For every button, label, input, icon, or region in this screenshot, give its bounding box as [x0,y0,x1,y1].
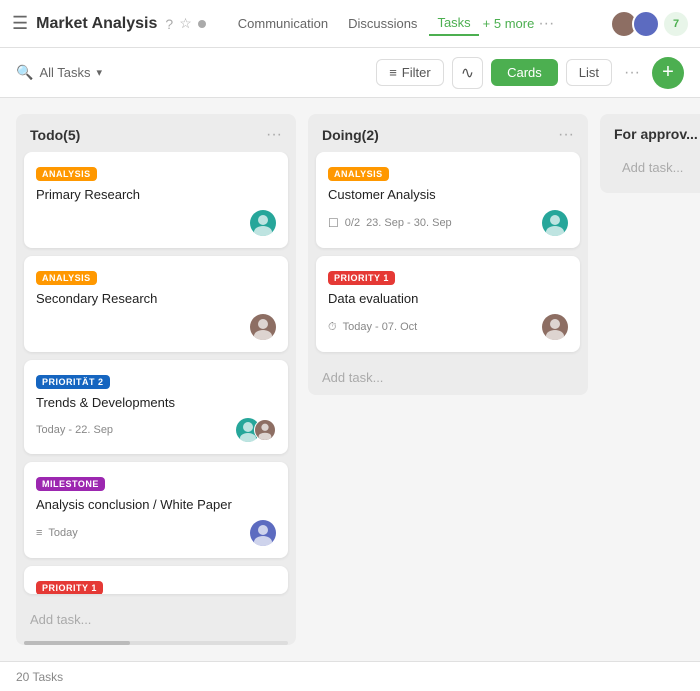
nav-communication[interactable]: Communication [230,12,336,35]
avatar [542,314,568,340]
card-secondary-research[interactable]: ANALYSIS Secondary Research [24,256,288,352]
tag-analysis: ANALYSIS [36,167,97,181]
all-tasks-label: All Tasks [39,65,90,80]
activity-button[interactable]: ∿ [452,57,483,89]
card-footer: Today - 22. Sep [36,418,276,442]
add-task-todo[interactable]: Add task... [16,602,296,637]
card-footer: ☐ 0/2 23. Sep - 30. Sep [328,210,568,236]
status-dot [198,20,206,28]
card-meta: ⏱ Today - 07. Oct [328,321,417,334]
column-doing: Doing(2) ··· ANALYSIS Customer Analysis … [308,114,588,395]
avatar-group[interactable]: 7 [610,10,688,38]
chevron-down-icon: ▾ [97,66,103,79]
filter-button[interactable]: ≡ Filter [376,59,443,86]
column-doing-title: Doing(2) [322,127,379,143]
tag-priority1: PRIORITY 1 [36,581,103,594]
card-footer [36,210,276,236]
card-analysis-conclusion[interactable]: MILESTONE Analysis conclusion / White Pa… [24,462,288,558]
column-approval-title: For approv... [614,126,698,142]
activity-icon: ∿ [461,63,474,83]
avatar-2 [632,10,660,38]
column-todo-title: Todo(5) [30,127,80,143]
main-nav: Communication Discussions Tasks + 5 more… [230,11,602,36]
avatar [250,314,276,340]
cards-button[interactable]: Cards [491,59,558,86]
column-for-approval: For approv... Add task... [600,114,700,193]
task-count-label: 20 Tasks [16,670,63,684]
column-approval-body: Add task... [600,150,700,193]
date-icon: ≡ [36,527,42,539]
card-meta: ☐ 0/2 23. Sep - 30. Sep [328,216,452,230]
card-footer [36,314,276,340]
avatar-count[interactable]: 7 [664,12,688,36]
filter-label: Filter [402,65,431,80]
app-header: ☰ Market Analysis ? ☆ Communication Disc… [0,0,700,48]
add-task-approval[interactable]: Add task... [608,150,700,185]
card-primary-research[interactable]: ANALYSIS Primary Research [24,152,288,248]
add-task-button[interactable]: + [652,57,684,89]
card-customer-analysis[interactable]: ANALYSIS Customer Analysis ☐ 0/2 23. Sep… [316,152,580,248]
tag-priority1: PRIORITY 1 [328,271,395,285]
kanban-board: Todo(5) ··· ANALYSIS Primary Research AN… [0,98,700,661]
column-doing-more[interactable]: ··· [558,126,574,144]
nav-tasks[interactable]: Tasks [429,11,478,36]
card-footer: ⏱ Today - 07. Oct [328,314,568,340]
card-title: Customer Analysis [328,187,568,202]
toolbar-more-icon[interactable]: ··· [620,60,644,86]
card-date: 23. Sep - 30. Sep [366,217,452,229]
tag-analysis: ANALYSIS [36,271,97,285]
header-icons: ? ☆ [165,15,205,32]
column-todo-header: Todo(5) ··· [16,114,296,152]
column-doing-header: Doing(2) ··· [308,114,588,152]
scrollbar-todo[interactable] [24,641,288,645]
column-doing-body: ANALYSIS Customer Analysis ☐ 0/2 23. Sep… [308,152,588,360]
column-todo-more[interactable]: ··· [266,126,282,144]
toolbar: 🔍 All Tasks ▾ ≡ Filter ∿ Cards List ··· … [0,48,700,98]
avatar [250,210,276,236]
nav-more[interactable]: + 5 more [483,16,535,31]
tag-milestone: MILESTONE [36,477,105,491]
filter-icon: ≡ [389,65,397,80]
card-date: Today - 07. Oct [343,321,418,333]
avatar [542,210,568,236]
tag-analysis: ANALYSIS [328,167,389,181]
avatar-row [236,418,276,442]
search-icon: 🔍 [16,64,33,81]
card-date: Today - 22. Sep [36,424,113,436]
clock-icon: ⏱ [328,321,337,334]
card-trends[interactable]: PRIORITÄT 2 Trends & Developments Today … [24,360,288,454]
project-title: Market Analysis [36,15,157,33]
nav-ellipsis[interactable]: ··· [538,15,554,33]
nav-discussions[interactable]: Discussions [340,12,425,35]
card-strategy[interactable]: PRIORITY 1 Strategy development Today - … [24,566,288,594]
card-title: Primary Research [36,187,276,202]
help-icon[interactable]: ? [165,16,173,32]
tag-priority2: PRIORITÄT 2 [36,375,110,389]
menu-icon[interactable]: ☰ [12,13,28,34]
card-meta: ≡ Today [36,527,78,539]
star-icon[interactable]: ☆ [179,15,192,32]
avatar [250,520,276,546]
checkbox-icon: ☐ [328,216,339,230]
all-tasks-filter[interactable]: 🔍 All Tasks ▾ [16,64,102,81]
add-task-doing[interactable]: Add task... [308,360,588,395]
card-date: Today [48,527,77,539]
card-title: Trends & Developments [36,395,276,410]
column-todo-body: ANALYSIS Primary Research ANALYSIS Secon… [16,152,296,602]
card-data-evaluation[interactable]: PRIORITY 1 Data evaluation ⏱ Today - 07.… [316,256,580,352]
card-footer: ≡ Today [36,520,276,546]
card-title: Analysis conclusion / White Paper [36,497,276,512]
card-check: 0/2 [345,217,360,229]
card-title: Secondary Research [36,291,276,306]
column-approval-header: For approv... [600,114,700,150]
avatar-small [254,419,276,441]
status-bar: 20 Tasks [0,661,700,691]
list-button[interactable]: List [566,59,612,86]
column-todo: Todo(5) ··· ANALYSIS Primary Research AN… [16,114,296,645]
card-title: Data evaluation [328,291,568,306]
